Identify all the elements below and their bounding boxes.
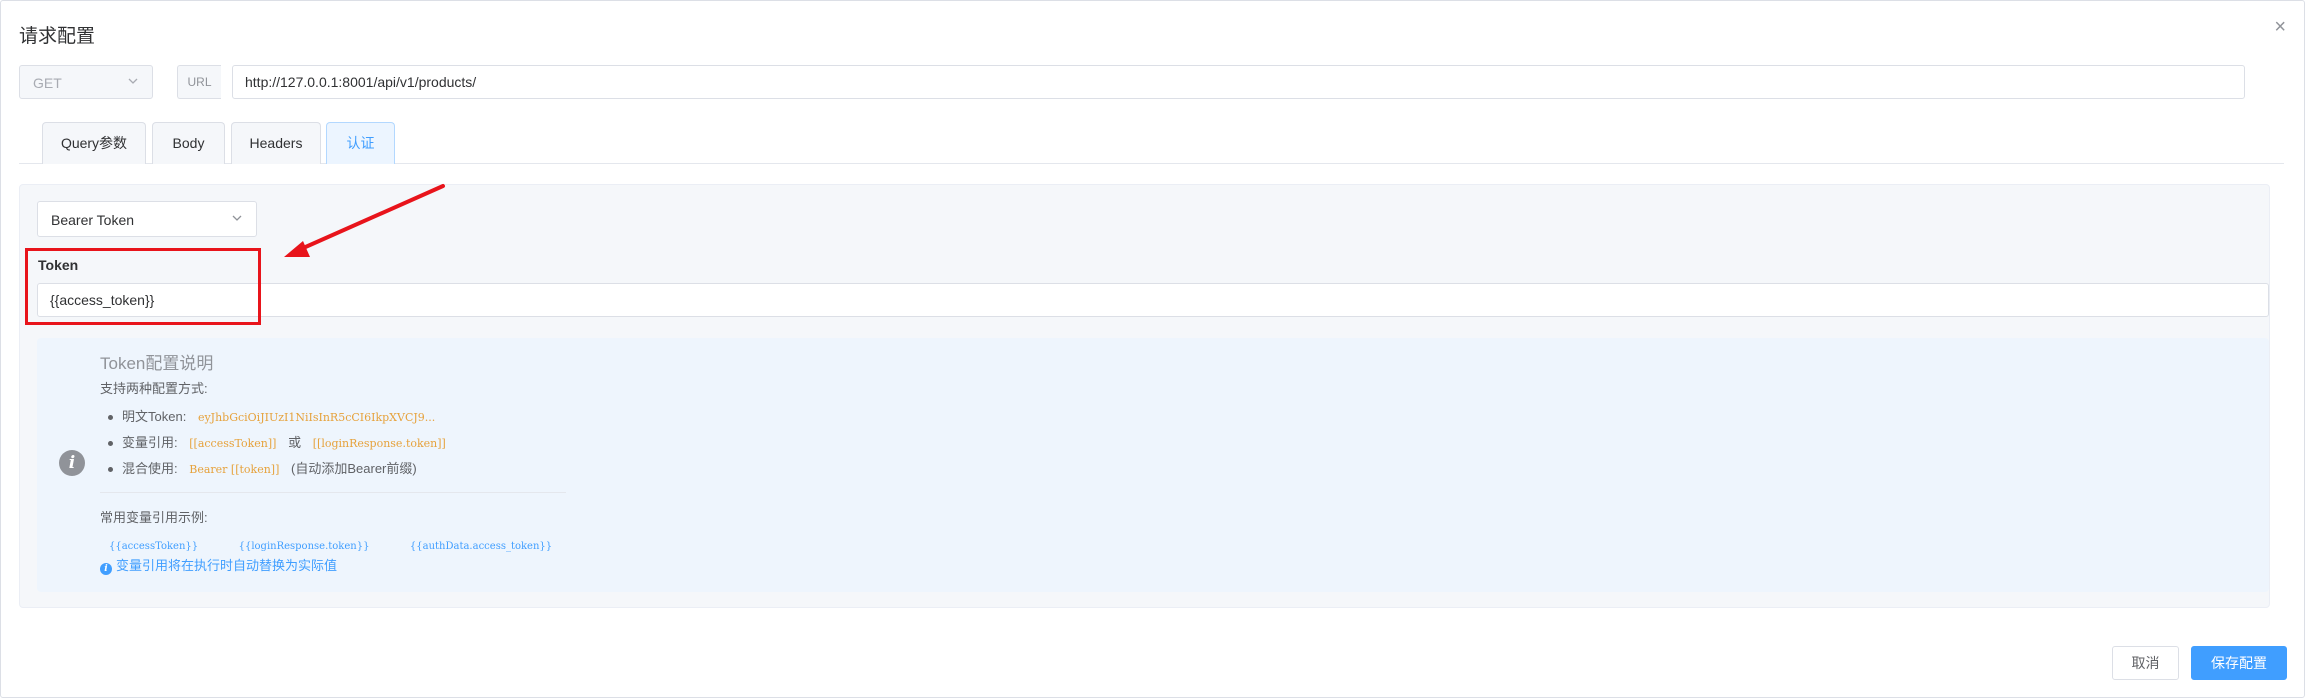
info-icon: i <box>59 450 85 476</box>
help-subtitle: 支持两种配置方式: <box>100 381 208 396</box>
cancel-button[interactable]: 取消 <box>2112 646 2179 680</box>
example-code: {{loginResponse.token}} <box>238 541 370 552</box>
list-item: 明文Token: eyJhbGciOiJIUzI1NiIsInR5cCI6Ikp… <box>108 406 446 432</box>
tab-body[interactable]: Body <box>152 122 225 164</box>
auth-type-select[interactable]: Bearer Token <box>37 201 257 237</box>
common-examples-title: 常用变量引用示例: <box>100 510 208 525</box>
method-select[interactable]: GET <box>19 65 153 99</box>
method-value: GET <box>33 75 62 91</box>
help-note: i 变量引用将在执行时自动替换为实际值 <box>100 555 337 575</box>
url-input[interactable] <box>232 65 2245 99</box>
item-code-alt: [[loginResponse.token]] <box>312 437 446 450</box>
item-code: Bearer [[token]] <box>189 463 280 476</box>
item-code: eyJhbGciOiJIUzI1NiIsInR5cCI6IkpXVCJ9... <box>197 411 436 424</box>
token-input[interactable] <box>37 283 2269 317</box>
chevron-down-icon <box>128 78 138 84</box>
item-label: 明文Token: <box>122 409 187 424</box>
annotation-highlight-box <box>25 248 261 325</box>
tab-auth[interactable]: 认证 <box>326 122 395 164</box>
item-code: [[accessToken]] <box>189 437 277 450</box>
item-label: 混合使用: <box>122 461 178 476</box>
help-list: 明文Token: eyJhbGciOiJIUzI1NiIsInR5cCI6Ikp… <box>108 406 446 484</box>
auth-type-value: Bearer Token <box>51 212 135 228</box>
item-separator: 或 <box>288 435 302 450</box>
help-divider <box>100 492 566 493</box>
info-small-icon: i <box>100 563 112 575</box>
url-prefix-label: URL <box>177 65 221 99</box>
close-icon[interactable]: × <box>2274 17 2286 37</box>
dialog-title: 请求配置 <box>19 26 96 47</box>
note-text: 变量引用将在执行时自动替换为实际值 <box>116 558 338 573</box>
item-label: 变量引用: <box>122 435 178 450</box>
save-config-button[interactable]: 保存配置 <box>2191 646 2287 680</box>
tab-headers[interactable]: Headers <box>231 122 321 164</box>
help-title: Token配置说明 <box>100 354 214 373</box>
example-code: {{accessToken}} <box>109 541 199 552</box>
tab-query-params[interactable]: Query参数 <box>42 122 146 164</box>
list-item: 混合使用: Bearer [[token]] (自动添加Bearer前缀) <box>108 458 446 484</box>
common-examples: {{accessToken}} {{loginResponse.token}} … <box>109 536 588 554</box>
list-item: 变量引用: [[accessToken]] 或 [[loginResponse.… <box>108 432 446 458</box>
item-suffix: (自动添加Bearer前缀) <box>291 461 417 476</box>
chevron-down-icon <box>232 215 242 221</box>
request-config-dialog: 请求配置 × GET URL Query参数 Body Headers 认证 B… <box>0 0 2305 698</box>
example-code: {{authData.access_token}} <box>409 541 553 552</box>
